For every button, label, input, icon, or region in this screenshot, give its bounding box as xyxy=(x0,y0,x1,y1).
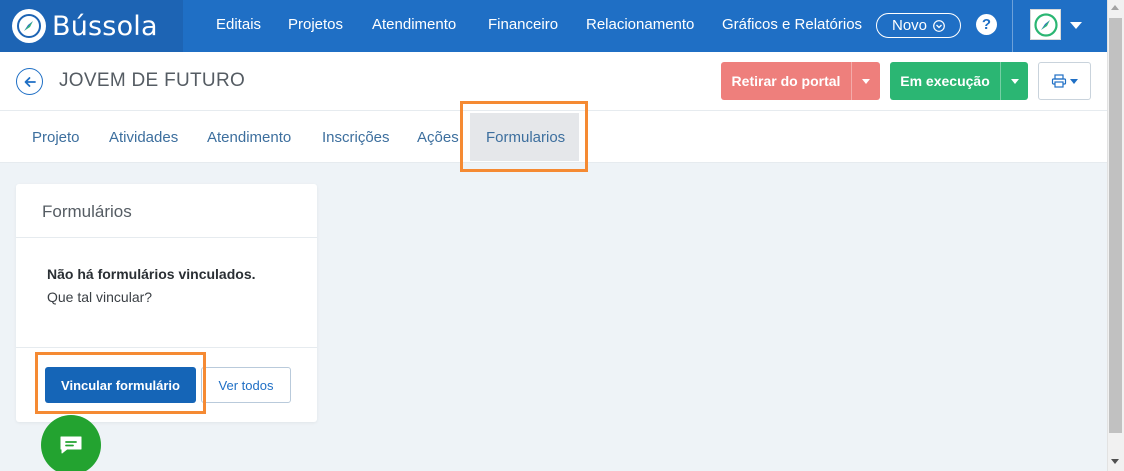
novo-dropdown-button[interactable]: Novo xyxy=(876,13,961,38)
ver-todos-button[interactable]: Ver todos xyxy=(201,367,291,403)
formularios-card: Formulários Não há formulários vinculado… xyxy=(16,184,317,422)
status-label: Em execução xyxy=(890,62,1001,100)
tab-bar: Projeto Atividades Atendimento Inscriçõe… xyxy=(0,111,1107,163)
vincular-formulario-button[interactable]: Vincular formulário xyxy=(45,367,196,403)
tab-atendimento[interactable]: Atendimento xyxy=(207,129,291,146)
page-header: JOVEM DE FUTURO Retirar do portal Em exe… xyxy=(0,52,1107,111)
printer-icon xyxy=(1051,74,1067,88)
nav-item-relacionamento[interactable]: Relacionamento xyxy=(586,16,694,33)
brand-name: Bússola xyxy=(52,10,158,42)
novo-label: Novo xyxy=(891,17,928,34)
chat-icon xyxy=(60,436,82,454)
compass-icon xyxy=(12,9,46,43)
nav-item-editais[interactable]: Editais xyxy=(216,16,261,33)
tab-atividades[interactable]: Atividades xyxy=(109,129,178,146)
nav-item-projetos[interactable]: Projetos xyxy=(288,16,343,33)
chat-widget-button[interactable] xyxy=(41,415,101,471)
status-em-execucao-button[interactable]: Em execução xyxy=(890,62,1028,100)
tab-acoes[interactable]: Ações xyxy=(417,129,459,146)
user-avatar[interactable] xyxy=(1030,9,1061,40)
card-title: Formulários xyxy=(42,202,132,221)
chevron-down-icon xyxy=(933,19,945,32)
compass-avatar-icon xyxy=(1033,12,1058,37)
nav-item-atendimento[interactable]: Atendimento xyxy=(372,16,456,33)
nav-item-graficos-relatorios[interactable]: Gráficos e Relatórios xyxy=(722,16,862,33)
retirar-label: Retirar do portal xyxy=(721,62,852,100)
brand-logo-area[interactable]: Bússola xyxy=(0,0,183,52)
arrow-left-icon[interactable] xyxy=(16,68,43,95)
tab-formularios[interactable]: Formularios xyxy=(486,129,565,146)
page-title: JOVEM DE FUTURO xyxy=(59,70,246,91)
retirar-do-portal-button[interactable]: Retirar do portal xyxy=(721,62,880,100)
empty-state-title: Não há formulários vinculados. xyxy=(47,266,256,282)
user-menu-caret-icon[interactable] xyxy=(1070,22,1082,29)
help-symbol: ? xyxy=(981,16,992,33)
caret-down-icon xyxy=(1010,78,1019,84)
card-divider xyxy=(16,347,317,348)
scrollbar-thumb[interactable] xyxy=(1109,18,1122,433)
scroll-down-icon[interactable] xyxy=(1111,459,1119,464)
tab-projeto[interactable]: Projeto xyxy=(32,129,80,146)
caret-down-icon xyxy=(862,78,870,84)
scroll-up-icon[interactable] xyxy=(1111,5,1119,10)
nav-divider xyxy=(1012,0,1013,52)
top-navbar: Bússola Editais Projetos Atendimento Fin… xyxy=(0,0,1107,52)
print-dropdown-button[interactable] xyxy=(1038,62,1091,100)
nav-item-financeiro[interactable]: Financeiro xyxy=(488,16,558,33)
tab-inscricoes[interactable]: Inscrições xyxy=(322,129,390,146)
help-icon[interactable]: ? xyxy=(976,14,997,35)
status-caret-button[interactable] xyxy=(1001,62,1028,100)
caret-down-icon xyxy=(1070,78,1078,84)
empty-state-subtitle: Que tal vincular? xyxy=(47,289,153,305)
retirar-caret-button[interactable] xyxy=(852,62,880,100)
card-divider xyxy=(16,237,317,238)
